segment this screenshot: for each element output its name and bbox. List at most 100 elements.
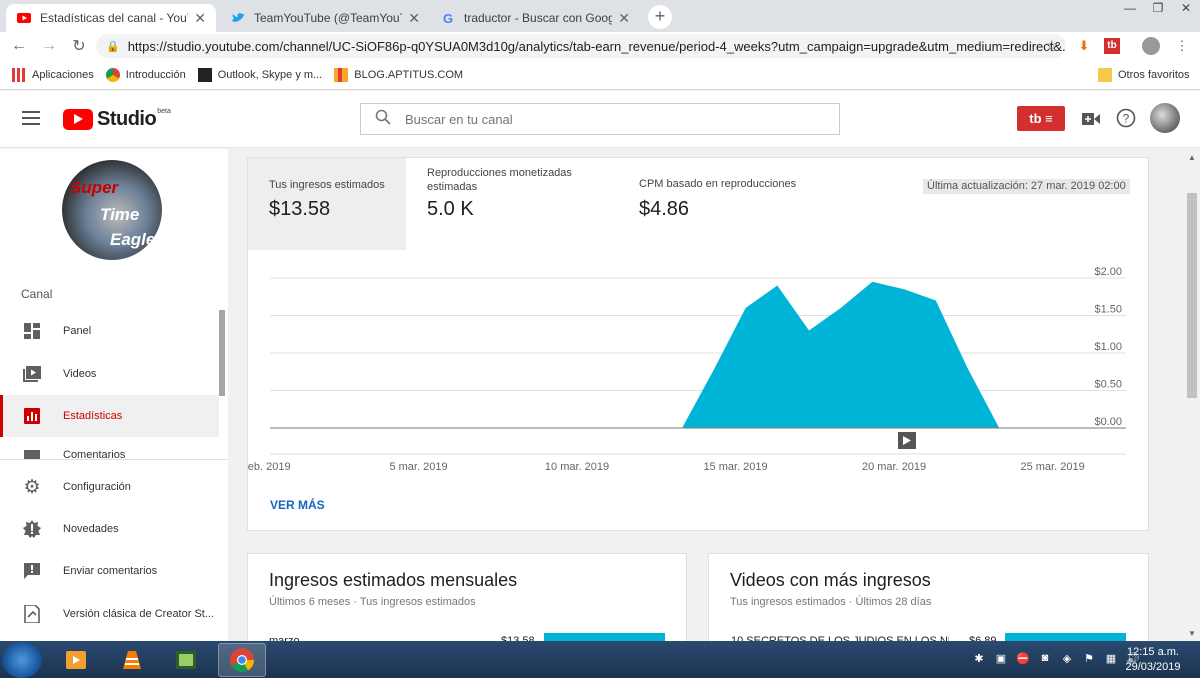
see-more-link[interactable]: VER MÁS (270, 498, 325, 512)
minimize-icon[interactable]: — (1116, 0, 1144, 18)
metric-value: $4.86 (639, 198, 690, 220)
sidebar-item-label: Novedades (63, 523, 119, 535)
scrollbar-thumb[interactable] (1187, 193, 1197, 398)
tab-teamyoutube[interactable]: TeamYouTube (@TeamYouTube) ✕ (220, 4, 430, 32)
help-icon[interactable]: ? (1115, 108, 1137, 130)
tab-title: TeamYouTube (@TeamYouTube) (254, 11, 402, 25)
logo-text: Studio (97, 108, 157, 130)
sidebar-item-novedades[interactable]: Novedades (0, 508, 219, 550)
tab-youtube-analytics[interactable]: Estadísticas del canal - YouTube ✕ (6, 4, 216, 32)
sidebar-item-configuracion[interactable]: ⚙ Configuración (0, 466, 219, 508)
account-avatar[interactable] (1150, 103, 1180, 133)
tab-title: traductor - Buscar con Google (464, 11, 613, 25)
download-icon[interactable]: ⬇ (1074, 36, 1094, 56)
start-button[interactable] (2, 642, 42, 678)
bookmark-label: Introducción (125, 68, 186, 81)
bookmark-other-favorites[interactable]: Otros favoritos (1098, 67, 1190, 82)
sidebar-item-enviar-comentarios[interactable]: Enviar comentarios (0, 550, 219, 592)
page-scrollbar[interactable]: ▲ ▼ (1184, 149, 1200, 641)
metric-tab-monetized-playbacks[interactable]: Reproducciones monetizadas estimadas 5.0… (406, 158, 606, 250)
comments-icon (23, 449, 41, 459)
revenue-area-chart: $0.00 $0.50 $1.00 $1.50 $2.00 28 feb. 2019 5 m… (248, 266, 1126, 473)
network-icon[interactable]: ▦ (1100, 652, 1122, 665)
bookmark-introduccion[interactable]: Introducción (105, 67, 186, 82)
metric-tab-estimated-revenue[interactable]: Tus ingresos estimados $13.58 (248, 158, 406, 250)
address-bar[interactable]: 🔒 https://studio.youtube.com/channel/UC-… (96, 34, 1066, 58)
url-text: https://studio.youtube.com/channel/UC-Si… (127, 38, 1066, 54)
sidebar-scrollbar[interactable] (219, 310, 225, 396)
channel-search[interactable] (360, 103, 840, 135)
scroll-down-icon[interactable]: ▼ (1188, 629, 1196, 638)
bookmark-star-icon[interactable]: ☆ (1045, 37, 1058, 54)
metric-tab-cpm[interactable]: CPM basado en reproducciones $4.86 (618, 158, 838, 250)
profile-avatar-icon[interactable] (1142, 37, 1160, 55)
y-tick-label: $0.50 (1094, 379, 1122, 391)
youtube-studio-logo[interactable]: Studio beta (63, 108, 171, 131)
metric-label: Tus ingresos estimados (269, 179, 385, 191)
vlc-icon[interactable] (108, 643, 156, 677)
card-title: Ingresos estimados mensuales (269, 570, 518, 590)
search-input[interactable] (405, 111, 805, 127)
tray-app-icon[interactable]: ◙ (1034, 652, 1056, 665)
y-tick-label: $0.00 (1094, 416, 1122, 428)
sidebar-divider (0, 459, 228, 460)
x-tick-label: 28 feb. 2019 (248, 461, 291, 473)
close-tab-icon[interactable]: ✕ (408, 10, 420, 27)
bookmark-label: Outlook, Skype y m... (217, 68, 323, 81)
sidebar-item-videos[interactable]: Videos (0, 353, 219, 395)
y-tick-label: $1.50 (1094, 304, 1122, 316)
svg-text:?: ? (1123, 112, 1130, 126)
top-videos-card: Videos con más ingresos Tus ingresos est… (708, 553, 1149, 653)
bookmarks-bar: Aplicaciones Introducción Outlook, Skype… (0, 60, 1200, 90)
close-window-icon[interactable]: ✕ (1172, 0, 1200, 18)
maximize-icon[interactable]: ❐ (1144, 0, 1172, 18)
channel-avatar[interactable]: Super Time Eagle (62, 160, 162, 260)
taskbar-clock[interactable]: 12:15 a.m. 29/03/2019 (1120, 645, 1186, 675)
close-tab-icon[interactable]: ✕ (618, 10, 630, 27)
sidebar-item-comentarios[interactable]: Comentarios (0, 438, 219, 459)
hamburger-menu-icon[interactable] (22, 111, 40, 125)
metric-label: CPM basado en reproducciones (639, 178, 797, 190)
section-label: Canal (21, 287, 53, 301)
tray-app-icon[interactable]: ⛔ (1012, 652, 1034, 665)
sidebar-item-estadisticas[interactable]: Estadísticas (0, 395, 219, 437)
system-tray: ✱ ▣ ⛔ ◙ ◈ ⚑ ▦ 🔊 (968, 652, 1144, 665)
tray-flag-icon[interactable]: ⚑ (1078, 652, 1100, 665)
media-player-icon[interactable] (52, 643, 100, 677)
sidebar-item-label: Videos (63, 368, 97, 380)
create-video-icon[interactable] (1080, 108, 1102, 130)
bookmark-label: Aplicaciones (32, 68, 94, 81)
dashboard-icon (23, 322, 41, 340)
bookmark-apps[interactable]: Aplicaciones (12, 67, 94, 82)
tray-app-icon[interactable]: ✱ (968, 652, 990, 665)
bookmark-outlook[interactable]: Outlook, Skype y m... (197, 67, 323, 82)
bookmark-aptitus[interactable]: BLOG.APTITUS.COM (334, 67, 463, 82)
sidebar-item-version-clasica[interactable]: Versión clásica de Creator St... (0, 593, 219, 635)
sidebar-item-panel[interactable]: Panel (0, 310, 219, 352)
tray-app-icon[interactable]: ▣ (990, 652, 1012, 665)
x-tick-label: 15 mar. 2019 (703, 461, 767, 473)
card-title: Videos con más ingresos (730, 570, 931, 590)
tab-google-search[interactable]: G traductor - Buscar con Google ✕ (430, 4, 640, 32)
y-tick-label: $2.00 (1094, 266, 1122, 278)
back-arrow-icon[interactable]: ← (4, 37, 34, 55)
reload-icon[interactable]: ↻ (64, 36, 94, 56)
more-menu-icon[interactable]: ⋮ (1172, 36, 1192, 56)
forward-arrow-icon[interactable]: → (34, 37, 64, 55)
tubebuddy-label: tb (1029, 111, 1042, 126)
channel-avatar-text: Super (70, 178, 119, 197)
chrome-taskbar-icon[interactable] (218, 643, 266, 677)
tubebuddy-menu-button[interactable]: tb ≡ (1017, 106, 1065, 131)
scroll-up-icon[interactable]: ▲ (1188, 153, 1196, 162)
sidebar-item-label: Enviar comentarios (63, 565, 158, 577)
metric-value: $13.58 (269, 198, 331, 220)
twitter-icon (230, 10, 246, 26)
browser-tab-strip: Estadísticas del canal - YouTube ✕ TeamY… (0, 0, 1200, 32)
tubebuddy-extension-icon[interactable]: tb (1104, 38, 1120, 54)
tray-app-icon[interactable]: ◈ (1056, 652, 1078, 665)
google-icon: G (442, 10, 454, 26)
terminal-app-icon[interactable] (162, 643, 210, 677)
new-tab-button[interactable]: + (648, 5, 672, 29)
close-tab-icon[interactable]: ✕ (194, 10, 206, 27)
youtube-icon (16, 10, 32, 26)
